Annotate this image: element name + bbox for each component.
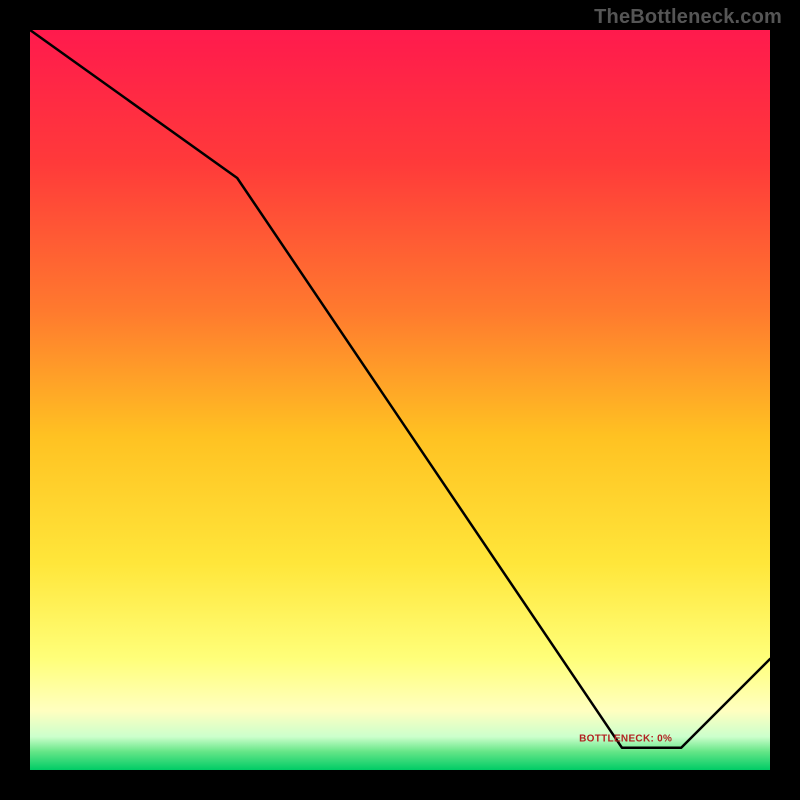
zero-bottleneck-annotation: BOTTLENECK: 0% [579, 733, 672, 744]
plot-area: BOTTLENECK: 0% [30, 30, 770, 770]
chart-background [30, 30, 770, 770]
watermark-text: TheBottleneck.com [594, 6, 782, 29]
chart-svg [30, 30, 770, 770]
chart-frame: TheBottleneck.com BOTTLENECK: 0% [0, 0, 800, 800]
